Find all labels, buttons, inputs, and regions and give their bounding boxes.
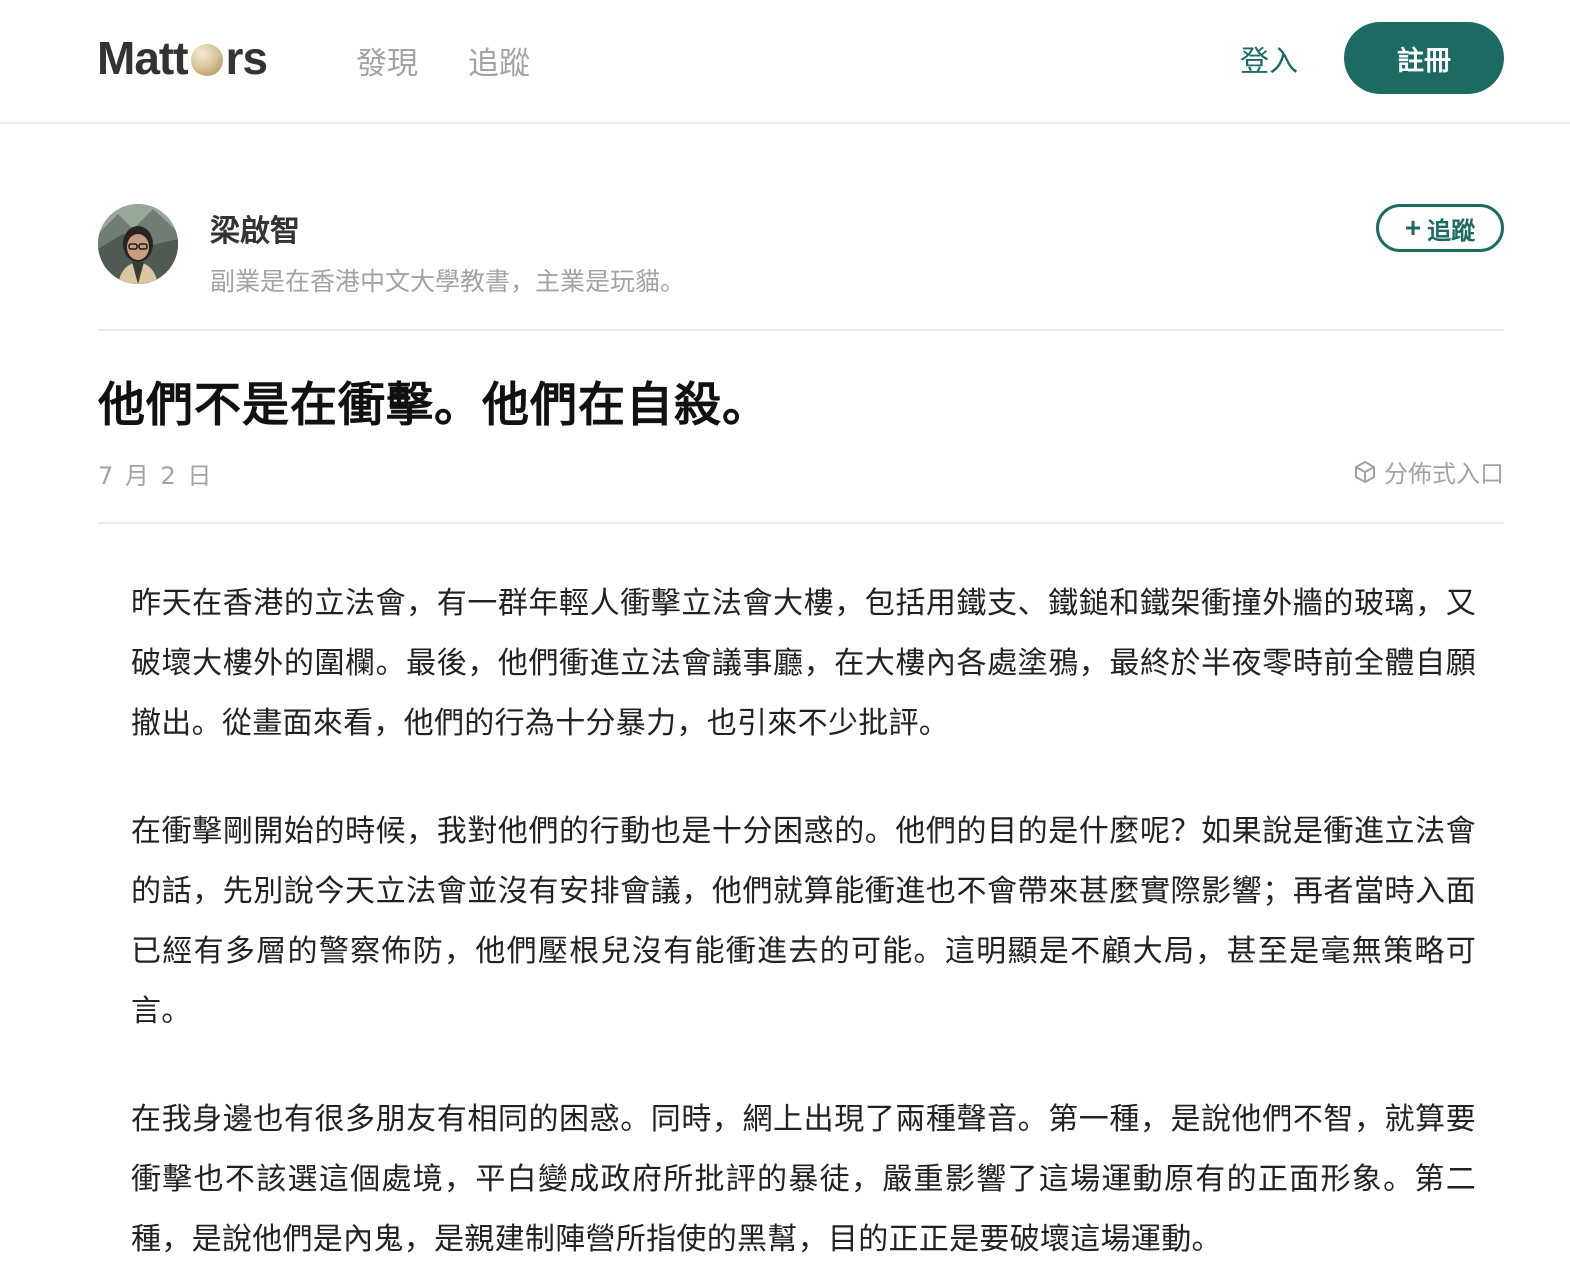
author-name[interactable]: 梁啟智 <box>210 206 300 250</box>
author-photo-icon <box>98 204 178 284</box>
logo-dot-icon <box>190 44 223 76</box>
divider <box>98 329 1504 331</box>
article-body: 昨天在香港的立法會，有一群年輕人衝擊立法會大樓，包括用鐵支、鐵鎚和鐵架衝撞外牆的… <box>131 574 1476 1272</box>
cube-icon <box>1355 460 1375 483</box>
logo-prefix: Matt <box>97 32 189 84</box>
article-paragraph: 在衝擊剛開始的時候，我對他們的行動也是十分困惑的。他們的目的是什麼呢？如果說是衝… <box>131 814 1476 1029</box>
article-paragraph: 在我身邊也有很多朋友有相同的困惑。同時，網上出現了兩種聲音。第一種，是說他們不智… <box>131 1102 1476 1257</box>
login-link[interactable]: 登入 <box>1240 38 1298 80</box>
author-avatar[interactable] <box>98 204 178 284</box>
divider <box>98 522 1504 524</box>
article-title: 他們不是在衝擊。他們在自殺。 <box>98 378 770 433</box>
distributed-entry-label: 分佈式入口 <box>1384 460 1504 488</box>
publish-date[interactable]: 7 月 2 日 <box>98 456 213 491</box>
logo-suffix: rs <box>225 32 268 84</box>
author-bio: 副業是在香港中文大學教書，主業是玩貓。 <box>210 267 686 296</box>
follow-author-button[interactable]: + 追蹤 <box>1376 204 1504 252</box>
nav-following[interactable]: 追蹤 <box>468 38 530 83</box>
article-paragraph: 昨天在香港的立法會，有一群年輕人衝擊立法會大樓，包括用鐵支、鐵鎚和鐵架衝撞外牆的… <box>131 586 1476 741</box>
distributed-entry-link[interactable]: 分佈式入口 <box>1354 454 1504 489</box>
follow-button-label: 追蹤 <box>1427 217 1476 245</box>
top-navigation-bar: Matt rs 發現 追蹤 登入 註冊 <box>0 0 1570 124</box>
plus-icon: + <box>1404 212 1422 243</box>
matters-logo[interactable]: Matt rs <box>97 32 268 84</box>
nav-discover[interactable]: 發現 <box>356 38 418 83</box>
signup-button[interactable]: 註冊 <box>1344 22 1504 94</box>
